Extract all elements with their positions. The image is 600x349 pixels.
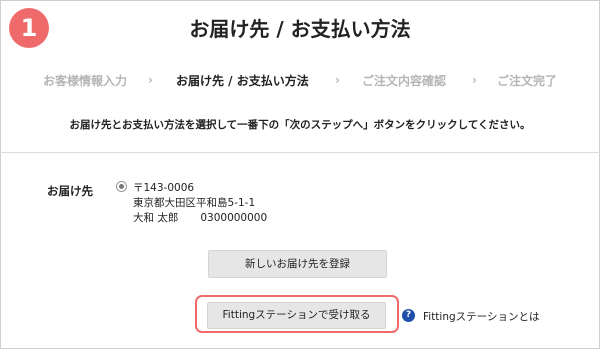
fitting-station-help-link[interactable]: Fittingステーションとは <box>423 309 539 324</box>
chevron-right-icon: › <box>335 73 340 87</box>
progress-step-customer-info: お客様情報入力 <box>43 74 128 88</box>
address-street: 東京都大田区平和島5-1-1 <box>133 197 256 209</box>
progress-step-delivery-payment: お届け先 / お支払い方法 <box>176 74 309 88</box>
recipient-phone: 0300000000 <box>200 212 268 224</box>
instruction-text: お届け先とお支払い方法を選択して一番下の「次のステップへ」ボタンをクリックしてく… <box>69 119 531 131</box>
progress-step-complete: ご注文完了 <box>497 74 558 88</box>
chevron-right-icon: › <box>472 73 477 87</box>
page-title: お届け先 / お支払い方法 <box>189 17 411 41</box>
progress-step-confirm: ご注文内容確認 <box>362 74 447 88</box>
help-question-icon[interactable]: ? <box>402 309 415 322</box>
fitting-station-pickup-button[interactable]: Fittingステーションで受け取る <box>207 302 386 329</box>
chevron-right-icon: › <box>148 73 153 87</box>
address-recipient: 大和 太郎 0300000000 <box>133 210 267 225</box>
address-postal-code: 〒143-0006 <box>133 182 195 194</box>
checkout-progress: お客様情報入力 › お届け先 / お支払い方法 › ご注文内容確認 › ご注文完… <box>0 72 600 88</box>
recipient-name: 大和 太郎 <box>133 212 179 224</box>
address-radio-button[interactable] <box>116 181 127 192</box>
delivery-address-label: お届け先 <box>47 184 93 198</box>
section-divider <box>0 152 600 153</box>
register-new-address-button[interactable]: 新しいお届け先を登録 <box>208 250 387 278</box>
